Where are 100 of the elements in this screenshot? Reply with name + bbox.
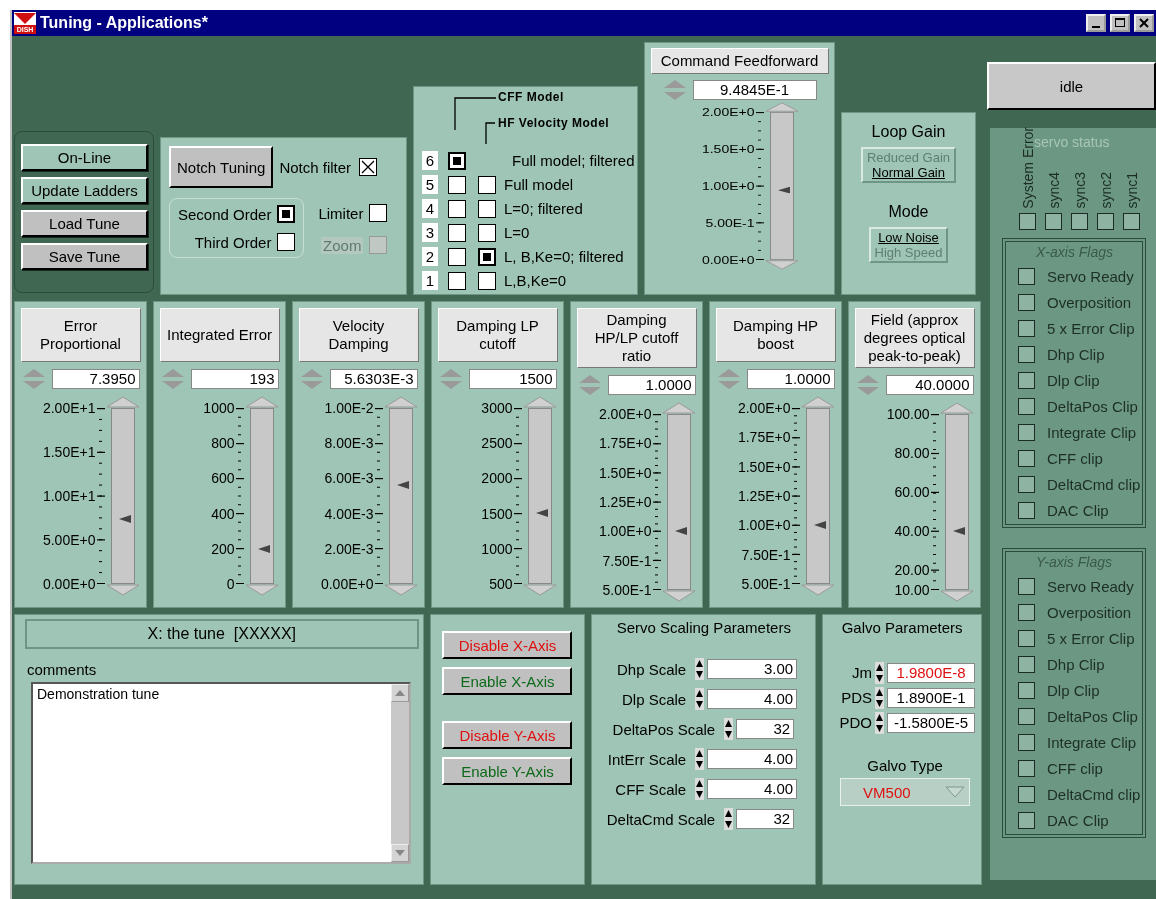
comments-field[interactable]: Demonstration tune [31,682,411,864]
action-button[interactable]: Load Tune [21,210,148,237]
slider-track[interactable] [805,408,830,584]
parameter-button[interactable]: Field (approx degrees optical peak-to-peak) [854,308,975,368]
parameter-button[interactable]: Damping LP cutoff [437,308,558,362]
up-arrow-icon[interactable] [522,396,557,408]
value-field[interactable]: 9.4845E-1 [692,80,817,100]
action-button[interactable]: On-Line [21,144,148,171]
value-field[interactable]: 4.00 [707,779,798,799]
checkbox[interactable] [448,223,466,242]
slider-thumb[interactable] [535,509,548,518]
action-button[interactable]: Update Ladders [21,177,148,204]
down-arrow-icon[interactable] [800,584,835,596]
checkbox[interactable] [448,175,466,194]
minimize-button[interactable] [1086,14,1106,32]
spinner-icon[interactable] [875,686,884,709]
down-arrow-icon[interactable] [244,584,279,596]
spinner-icon[interactable] [695,658,705,680]
slider-track[interactable] [388,408,413,584]
option-box[interactable] [277,233,296,251]
parameter-button[interactable]: Velocity Damping [298,308,419,362]
toggle-option[interactable]: Normal Gain [872,165,945,180]
down-arrow-icon[interactable] [764,259,799,270]
toggle-switch[interactable]: Low Noise High Speed [868,227,949,263]
spinner-icon[interactable] [695,778,705,800]
value-field[interactable]: 1500 [468,369,557,389]
spinner-icon[interactable] [724,808,734,830]
checkbox[interactable] [478,271,496,290]
up-arrow-icon[interactable] [244,396,279,408]
slider-thumb[interactable] [813,521,826,530]
value-field[interactable]: 32 [736,809,795,829]
parameter-button[interactable]: Integrated Error [159,308,280,362]
slider-track[interactable] [110,408,135,584]
down-arrow-icon[interactable] [661,590,696,602]
slider-thumb[interactable] [674,527,687,536]
status-button[interactable]: idle [987,62,1156,110]
toggle-switch[interactable]: Reduced Gain Normal Gain [860,147,957,183]
checkbox[interactable] [478,223,496,242]
up-arrow-icon[interactable] [383,396,418,408]
slider-thumb[interactable] [118,514,131,523]
spinner-icon[interactable] [875,661,884,684]
toggle-option[interactable]: Low Noise [878,230,939,245]
value-field[interactable]: 5.6303E-3 [329,369,418,389]
checkbox[interactable] [478,175,496,194]
slider-track[interactable] [769,112,794,260]
maximize-button[interactable] [1110,14,1130,32]
down-arrow-icon[interactable] [105,584,140,596]
value-field[interactable]: 4.00 [707,689,798,709]
parameter-button[interactable]: Error Proportional [20,308,141,362]
spinner-icon[interactable] [724,718,734,740]
action-button[interactable]: Save Tune [21,243,148,270]
slider-thumb[interactable] [396,481,409,490]
up-arrow-icon[interactable] [800,396,835,408]
up-arrow-icon[interactable] [105,396,140,408]
value-field[interactable]: -1.5800E-5 [887,712,975,733]
option-box[interactable] [277,205,296,223]
spinner-icon[interactable] [695,748,705,770]
parameter-button[interactable]: Damping HP boost [715,308,836,362]
parameter-button[interactable]: Damping HP/LP cutoff ratio [576,308,697,368]
axis-button[interactable]: Enable Y-Axis [442,757,573,785]
checkbox[interactable] [448,151,466,170]
down-arrow-icon[interactable] [383,584,418,596]
axis-button[interactable]: Enable X-Axis [442,667,573,695]
value-field[interactable]: 1.0000 [746,369,835,389]
checkbox[interactable] [448,199,466,218]
dropdown-arrow-icon[interactable] [945,786,966,798]
slider-thumb[interactable] [257,545,270,554]
value-field[interactable]: 1.8900E-1 [887,687,975,708]
slider-thumb[interactable] [777,186,790,194]
checkbox[interactable] [478,247,496,266]
value-field[interactable]: 32 [736,719,795,739]
scroll-down-icon[interactable] [390,844,409,862]
checkbox[interactable] [448,271,466,290]
value-field[interactable]: 3.00 [707,659,798,679]
value-field[interactable]: 1.9800E-8 [887,662,975,683]
up-arrow-icon[interactable] [661,402,696,414]
spinner-icon[interactable] [695,688,705,710]
notch-tuning-button[interactable]: Notch Tuning [169,146,274,188]
value-field[interactable]: 193 [190,369,279,389]
value-field[interactable]: 7.3950 [51,369,140,389]
value-field[interactable]: 1.0000 [607,375,696,395]
close-button[interactable] [1134,14,1154,32]
slider-track[interactable] [527,408,552,584]
checkbox[interactable] [478,199,496,218]
up-arrow-icon[interactable] [939,402,974,414]
up-arrow-icon[interactable] [764,102,799,113]
slider-track[interactable] [666,414,691,590]
checkbox[interactable] [448,247,466,266]
slider-track[interactable] [944,414,969,590]
slider-track[interactable] [249,408,274,584]
checkbox[interactable] [369,204,388,222]
down-arrow-icon[interactable] [939,590,974,602]
parameter-button[interactable]: Command Feedforward [650,48,829,74]
spinner-icon[interactable] [875,711,884,734]
slider-thumb[interactable] [952,527,965,536]
scroll-up-icon[interactable] [390,684,409,702]
down-arrow-icon[interactable] [522,584,557,596]
value-field[interactable]: 4.00 [707,749,798,769]
checkbox[interactable] [359,158,378,176]
value-field[interactable]: 40.0000 [885,375,974,395]
